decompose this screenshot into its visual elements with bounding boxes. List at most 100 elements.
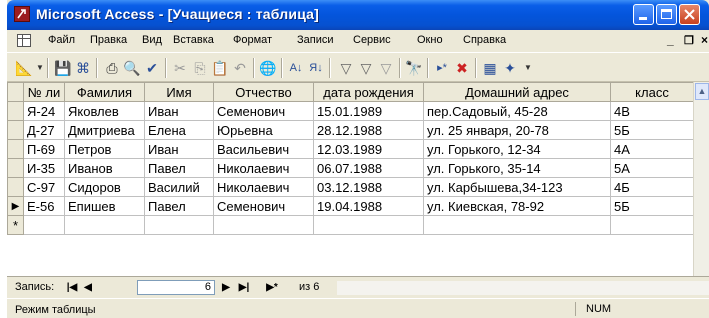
table-row-current[interactable]: ▶ Е-56 Епишев Павел Семенович 19.04.1988… (7, 196, 694, 216)
vertical-scrollbar[interactable]: ▲ (693, 82, 709, 276)
current-record-icon[interactable]: ▶ (7, 196, 24, 216)
table-cell[interactable]: Д-27 (23, 120, 65, 140)
new-object-dropdown-icon[interactable]: ▼ (519, 59, 537, 77)
table-cell[interactable]: Я-24 (23, 101, 65, 121)
delete-record-icon[interactable]: ✖ (453, 59, 471, 77)
table-cell[interactable]: Епишев (64, 196, 145, 216)
apply-filter-icon[interactable]: ▽ (377, 59, 395, 77)
table-cell[interactable]: 06.07.1988 (313, 158, 424, 178)
search-icon[interactable]: ⌘ (74, 59, 92, 77)
last-record-icon[interactable]: ▶| (237, 280, 251, 295)
record-selector[interactable] (7, 139, 24, 159)
new-object-icon[interactable]: ✦ (501, 59, 519, 77)
filter-by-form-icon[interactable]: ▽ (357, 59, 375, 77)
table-cell[interactable]: Николаевич (213, 177, 314, 197)
undo-icon[interactable]: ↶ (231, 59, 249, 77)
table-row[interactable]: П-69 Петров Иван Васильевич 12.03.1989 у… (7, 139, 694, 159)
column-header[interactable]: дата рождения (313, 82, 424, 102)
column-header[interactable]: № ли (23, 82, 65, 102)
table-cell[interactable]: Иванов (64, 158, 145, 178)
sort-ascending-icon[interactable]: A↓ (287, 59, 305, 77)
table-row[interactable]: И-35 Иванов Павел Николаевич 06.07.1988 … (7, 158, 694, 178)
table-row[interactable]: С-97 Сидоров Василий Николаевич 03.12.19… (7, 177, 694, 197)
mdi-close-icon[interactable]: × (701, 33, 708, 47)
menu-insert[interactable]: Вставка (173, 34, 214, 46)
record-selector[interactable] (7, 177, 24, 197)
print-preview-icon[interactable]: 🔍 (123, 59, 141, 77)
record-selector[interactable] (7, 101, 24, 121)
table-row[interactable]: Д-27 Дмитриева Елена Юрьевна 28.12.1988 … (7, 120, 694, 140)
menu-records[interactable]: Записи (297, 34, 334, 46)
table-cell[interactable]: 5Б (610, 196, 694, 216)
table-cell[interactable]: 19.04.1988 (313, 196, 424, 216)
table-cell[interactable]: ул. Киевская, 78-92 (423, 196, 611, 216)
table-cell[interactable]: 5А (610, 158, 694, 178)
horizontal-scrollbar[interactable] (337, 281, 709, 295)
menu-format[interactable]: Формат (233, 34, 272, 46)
table-cell[interactable]: Елена (144, 120, 214, 140)
table-cell[interactable]: 5Б (610, 120, 694, 140)
menu-file[interactable]: Файл (48, 34, 75, 46)
table-cell[interactable]: П-69 (23, 139, 65, 159)
select-all-corner[interactable] (7, 82, 24, 102)
table-cell[interactable]: Юрьевна (213, 120, 314, 140)
table-document-icon[interactable] (17, 34, 31, 47)
find-icon[interactable]: 🔭 (405, 59, 423, 77)
first-record-icon[interactable]: |◀ (65, 280, 79, 295)
copy-icon[interactable]: ⎘ (191, 59, 209, 77)
title-bar[interactable]: Microsoft Access - [Учащиеся : таблица] (7, 0, 709, 30)
table-cell[interactable]: Семенович (213, 196, 314, 216)
column-header[interactable]: Фамилия (64, 82, 145, 102)
table-cell[interactable]: Василий (144, 177, 214, 197)
table-cell[interactable]: ул. Горького, 12-34 (423, 139, 611, 159)
table-cell[interactable]: Николаевич (213, 158, 314, 178)
new-record-row[interactable]: * (7, 215, 694, 235)
minimize-button[interactable] (633, 4, 654, 25)
table-cell[interactable]: Иван (144, 139, 214, 159)
close-button[interactable] (679, 4, 700, 25)
table-cell[interactable]: Васильевич (213, 139, 314, 159)
previous-record-icon[interactable]: ◀ (81, 280, 95, 295)
menu-view[interactable]: Вид (142, 34, 162, 46)
mdi-minimize-icon[interactable]: _ (667, 33, 674, 47)
new-record-toolbar-icon[interactable]: ▸* (433, 59, 451, 77)
table-cell[interactable]: С-97 (23, 177, 65, 197)
table-cell[interactable]: Дмитриева (64, 120, 145, 140)
table-row[interactable]: Я-24 Яковлев Иван Семенович 15.01.1989 п… (7, 101, 694, 121)
table-cell[interactable]: 4А (610, 139, 694, 159)
table-cell[interactable]: ул. Горького, 35-14 (423, 158, 611, 178)
menu-window[interactable]: Окно (417, 34, 443, 46)
paste-icon[interactable]: 📋 (211, 59, 229, 77)
table-cell[interactable]: Яковлев (64, 101, 145, 121)
scroll-up-icon[interactable]: ▲ (695, 83, 709, 100)
print-icon[interactable]: ⎙ (103, 59, 121, 77)
table-cell[interactable]: 4В (610, 101, 694, 121)
spelling-icon[interactable]: ✔ (143, 59, 161, 77)
maximize-button[interactable] (656, 4, 677, 25)
table-cell[interactable]: пер.Садовый, 45-28 (423, 101, 611, 121)
table-cell[interactable]: Петров (64, 139, 145, 159)
table-cell[interactable]: И-35 (23, 158, 65, 178)
table-cell[interactable]: 28.12.1988 (313, 120, 424, 140)
table-cell[interactable]: Сидоров (64, 177, 145, 197)
menu-help[interactable]: Справка (463, 34, 506, 46)
menu-tools[interactable]: Сервис (353, 34, 391, 46)
new-record-icon[interactable]: ▶* (257, 280, 287, 295)
save-icon[interactable]: 💾 (54, 59, 72, 77)
database-window-icon[interactable]: ▦ (481, 59, 499, 77)
sort-descending-icon[interactable]: Я↓ (307, 59, 325, 77)
mdi-restore-icon[interactable]: ❐ (684, 34, 694, 47)
column-header[interactable]: Домашний адрес (423, 82, 611, 102)
table-cell[interactable]: 03.12.1988 (313, 177, 424, 197)
new-record-marker-icon[interactable]: * (7, 215, 24, 235)
column-header[interactable]: Отчество (213, 82, 314, 102)
menu-edit[interactable]: Правка (90, 34, 127, 46)
next-record-icon[interactable]: ▶ (219, 280, 233, 295)
table-cell[interactable]: ул. Карбышева,34-123 (423, 177, 611, 197)
table-cell[interactable]: Павел (144, 196, 214, 216)
table-cell[interactable]: 4Б (610, 177, 694, 197)
table-cell[interactable]: 15.01.1989 (313, 101, 424, 121)
table-cell[interactable]: Иван (144, 101, 214, 121)
table-cell[interactable]: Семенович (213, 101, 314, 121)
table-cell[interactable]: Павел (144, 158, 214, 178)
